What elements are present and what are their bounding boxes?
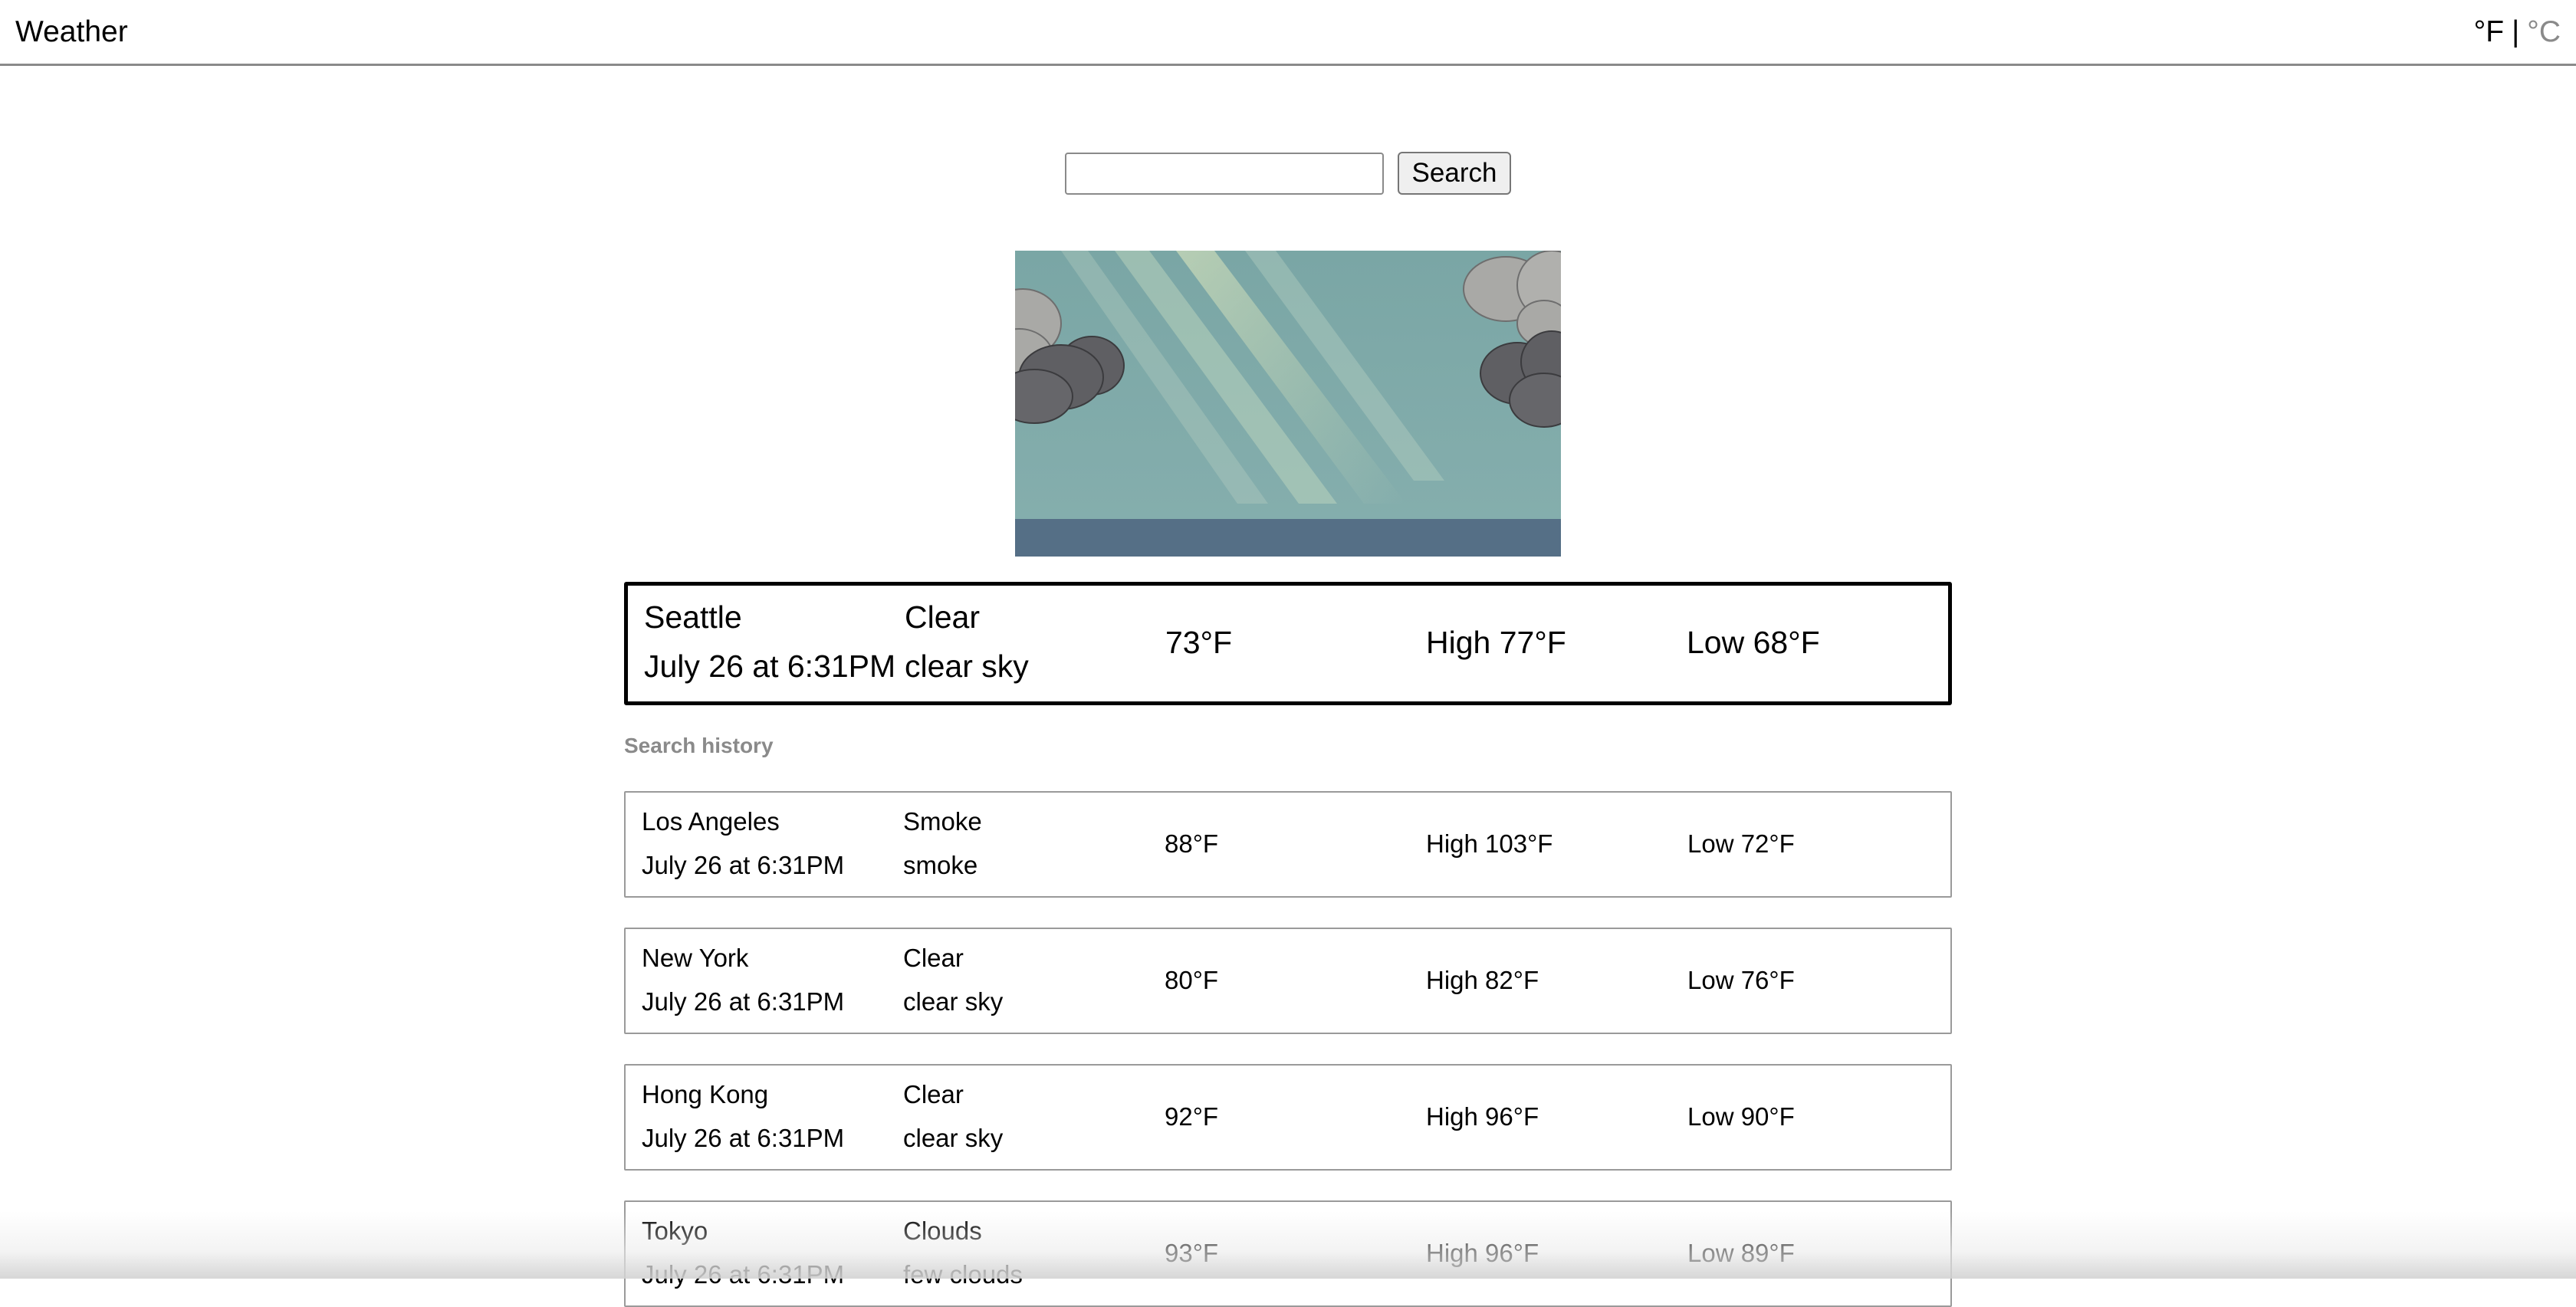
- history-temp: 92°F: [1165, 1102, 1219, 1131]
- unit-separator: |: [2512, 15, 2520, 48]
- history-low: Low 90°F: [1687, 1102, 1795, 1131]
- history-high: High 82°F: [1426, 966, 1539, 994]
- current-weather-card: Seattle July 26 at 6:31PM Clear clear sk…: [624, 582, 1952, 705]
- history-city: Los Angeles: [642, 807, 780, 836]
- current-description: clear sky: [905, 649, 1029, 684]
- search-button[interactable]: Search: [1398, 152, 1511, 195]
- history-item[interactable]: Los Angeles July 26 at 6:31PM Smoke smok…: [624, 791, 1952, 898]
- history-description: clear sky: [903, 987, 1004, 1016]
- history-low: Low 72°F: [1687, 829, 1795, 858]
- current-condition: Clear: [905, 599, 980, 635]
- unit-celsius[interactable]: °C: [2527, 15, 2561, 48]
- history-temp: 93°F: [1165, 1239, 1219, 1267]
- top-bar: Weather °F | °C: [0, 0, 2576, 66]
- history-condition: Clear: [903, 944, 964, 972]
- current-city: Seattle: [644, 599, 742, 635]
- clear-sky-illustration: [1015, 251, 1561, 557]
- history-high: High 96°F: [1426, 1239, 1539, 1267]
- history-datetime: July 26 at 6:31PM: [642, 1260, 845, 1289]
- history-description: few clouds: [903, 1260, 1023, 1289]
- history-datetime: July 26 at 6:31PM: [642, 1124, 845, 1152]
- unit-fahrenheit[interactable]: °F: [2474, 15, 2504, 48]
- history-high: High 96°F: [1426, 1102, 1539, 1131]
- history-description: clear sky: [903, 1124, 1004, 1152]
- history-condition: Smoke: [903, 807, 982, 836]
- history-condition: Clouds: [903, 1217, 982, 1245]
- history-low: Low 76°F: [1687, 966, 1795, 994]
- current-temp: 73°F: [1165, 625, 1233, 660]
- search-input[interactable]: [1065, 153, 1384, 195]
- app-title: Weather: [15, 15, 128, 48]
- history-item[interactable]: Hong Kong July 26 at 6:31PM Clear clear …: [624, 1064, 1952, 1171]
- unit-toggle: °F | °C: [2474, 14, 2561, 51]
- current-high: High 77°F: [1426, 625, 1566, 660]
- history-city: Hong Kong: [642, 1080, 769, 1108]
- current-low: Low 68°F: [1687, 625, 1820, 660]
- history-item[interactable]: Tokyo July 26 at 6:31PM Clouds few cloud…: [624, 1200, 1952, 1307]
- history-datetime: July 26 at 6:31PM: [642, 987, 845, 1016]
- history-description: smoke: [903, 851, 978, 879]
- history-condition: Clear: [903, 1080, 964, 1108]
- history-low: Low 89°F: [1687, 1239, 1795, 1267]
- history-item[interactable]: New York July 26 at 6:31PM Clear clear s…: [624, 928, 1952, 1034]
- history-temp: 88°F: [1165, 829, 1219, 858]
- search-history-label: Search history: [624, 734, 774, 757]
- history-city: New York: [642, 944, 749, 972]
- history-temp: 80°F: [1165, 966, 1219, 994]
- history-city: Tokyo: [642, 1217, 708, 1245]
- history-high: High 103°F: [1426, 829, 1553, 858]
- weather-illustration: [1015, 251, 1561, 557]
- history-datetime: July 26 at 6:31PM: [642, 851, 845, 879]
- current-datetime: July 26 at 6:31PM: [644, 649, 896, 684]
